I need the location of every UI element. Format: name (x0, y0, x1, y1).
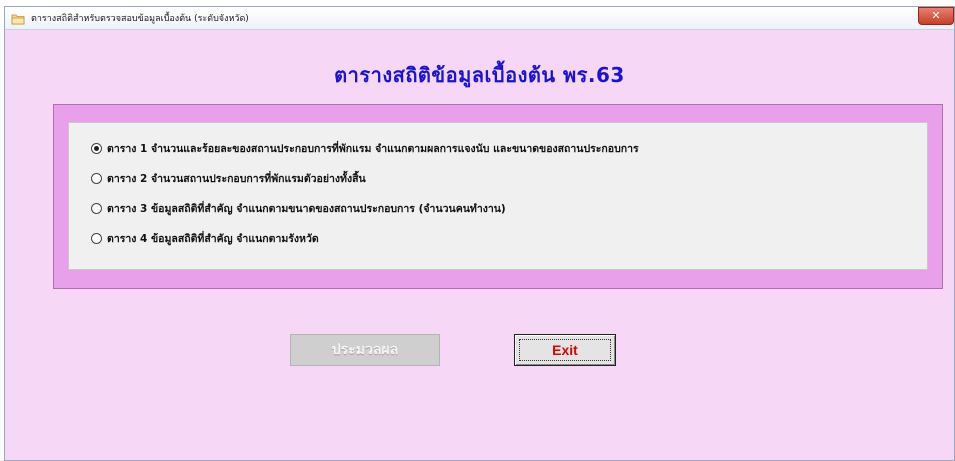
option-table-3[interactable]: ตาราง 3 ข้อมูลสถิติที่สำคัญ จำแนกตามขนาด… (91, 200, 506, 217)
radio-icon-selected[interactable] (91, 143, 102, 154)
page-title: ตารางสถิติข้อมูลเบื้องต้น พร.63 (334, 63, 625, 87)
radio-icon[interactable] (91, 233, 102, 244)
radio-icon[interactable] (91, 203, 102, 214)
exit-button-label: Exit (552, 342, 578, 358)
option-label: ตาราง 3 ข้อมูลสถิติที่สำคัญ จำแนกตามขนาด… (107, 203, 506, 215)
option-label: ตาราง 4 ข้อมูลสถิติที่สำคัญ จำแนกตามรังห… (107, 233, 319, 245)
app-window: ตารางสถิติสำหรับตรวจสอบข้อมูลเบื้องต้น (… (4, 6, 955, 461)
option-table-1[interactable]: ตาราง 1 จำนวนและร้อยละของสถานประกอบการที… (91, 140, 639, 157)
window-title: ตารางสถิติสำหรับตรวจสอบข้อมูลเบื้องต้น (… (31, 14, 249, 24)
radio-icon[interactable] (91, 173, 102, 184)
app-folder-icon (11, 11, 25, 25)
process-button[interactable]: ประมวลผล (290, 334, 440, 366)
option-table-4[interactable]: ตาราง 4 ข้อมูลสถิติที่สำคัญ จำแนกตามรังห… (91, 230, 319, 247)
exit-button[interactable]: Exit (514, 334, 616, 366)
title-bar: ตารางสถิติสำหรับตรวจสอบข้อมูลเบื้องต้น (… (5, 7, 954, 30)
options-panel: ตาราง 1 จำนวนและร้อยละของสถานประกอบการที… (68, 122, 928, 270)
close-icon: ✕ (931, 9, 941, 22)
options-frame: ตาราง 1 จำนวนและร้อยละของสถานประกอบการที… (53, 104, 943, 289)
option-table-2[interactable]: ตาราง 2 จำนวนสถานประกอบการที่พักแรมตัวอย… (91, 170, 366, 187)
close-button[interactable]: ✕ (918, 7, 954, 25)
option-label: ตาราง 2 จำนวนสถานประกอบการที่พักแรมตัวอย… (107, 173, 366, 185)
option-label: ตาราง 1 จำนวนและร้อยละของสถานประกอบการที… (107, 143, 639, 155)
